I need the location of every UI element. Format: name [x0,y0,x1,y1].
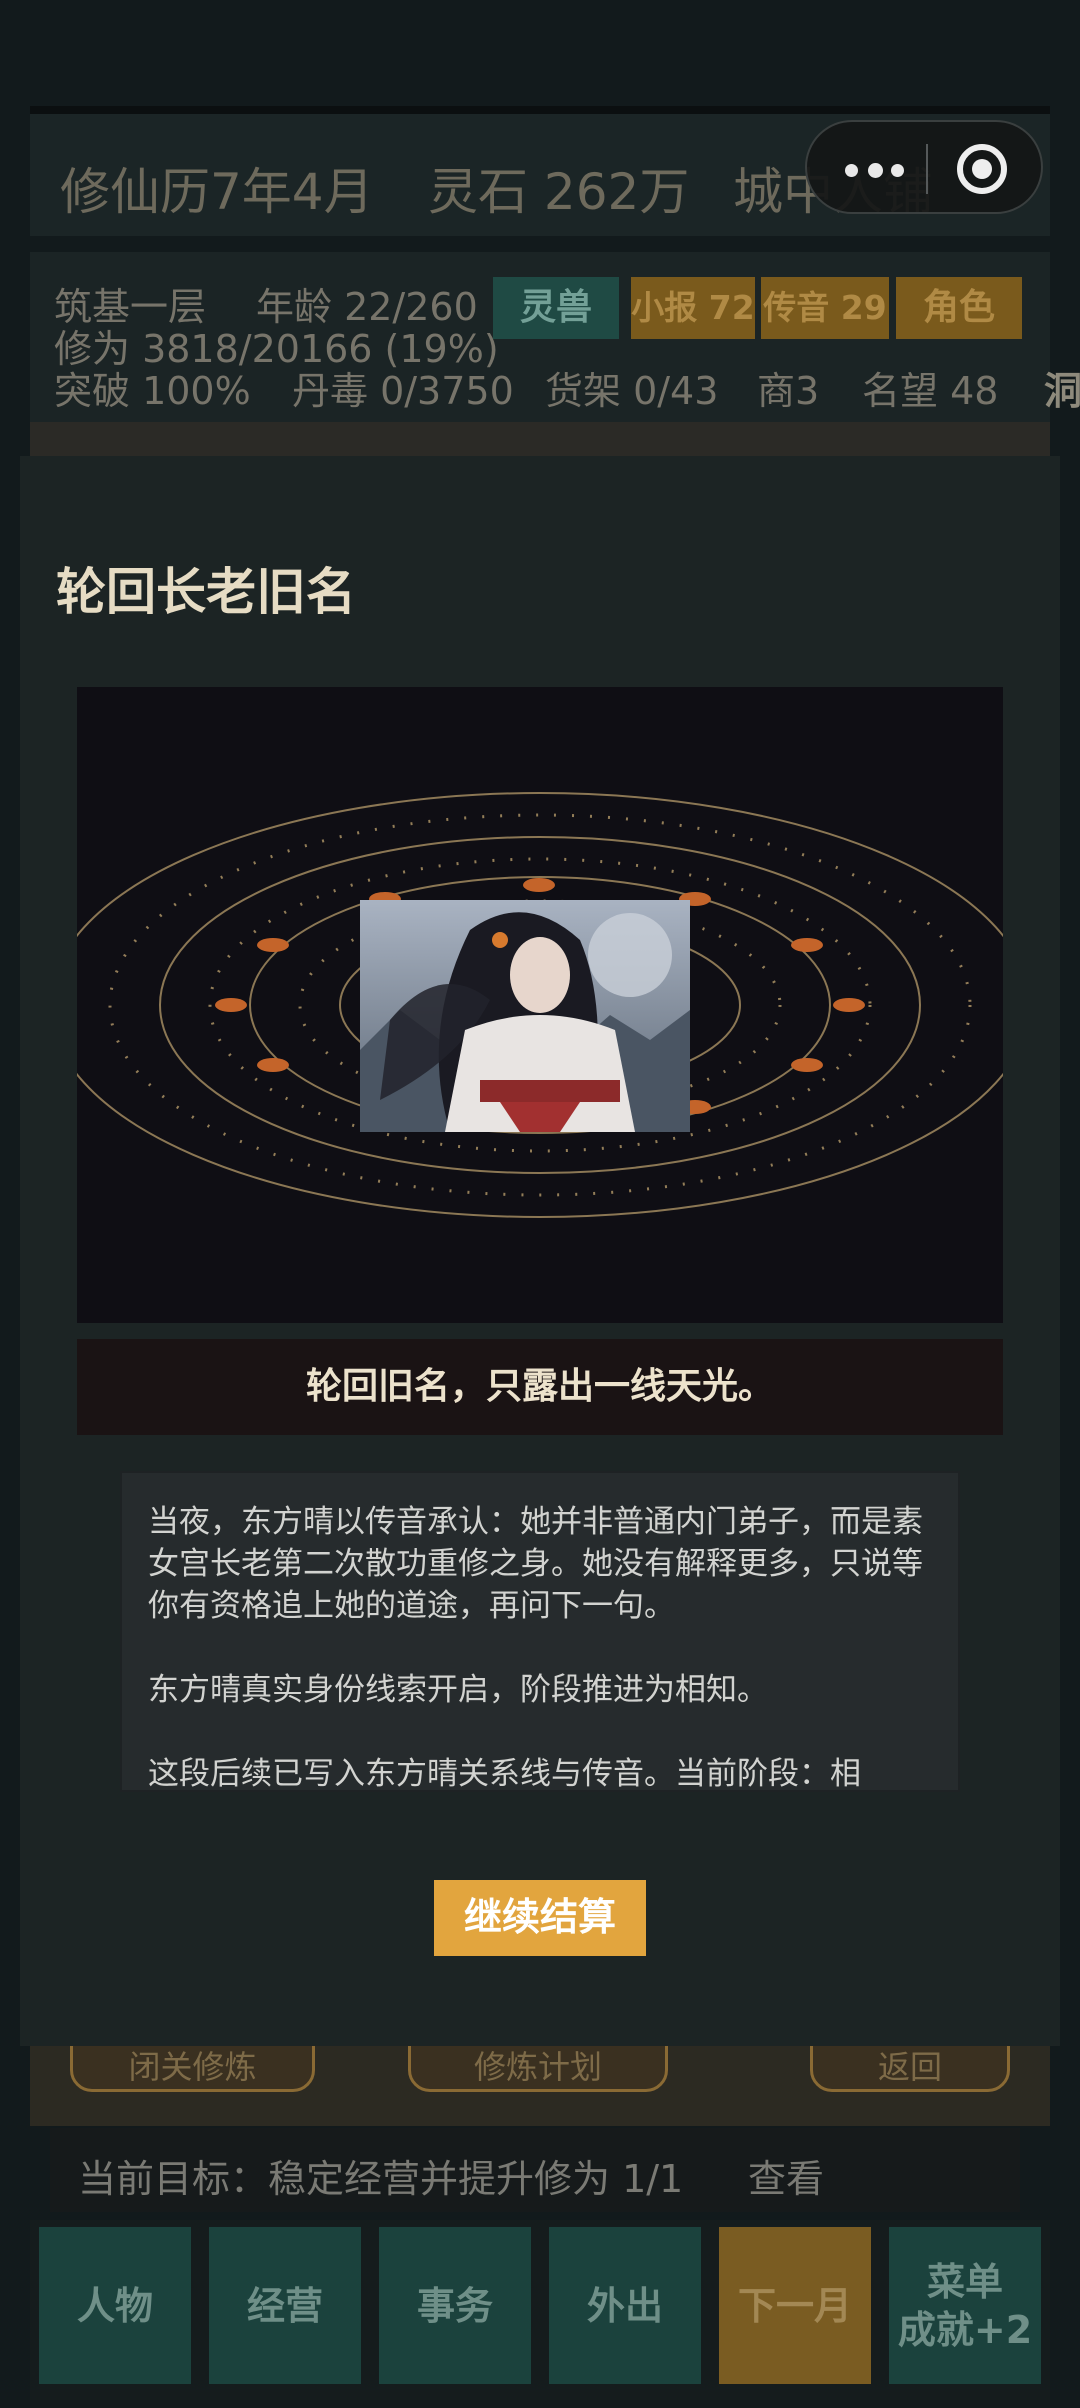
more-options-icon[interactable] [839,144,909,194]
reputation-label: 名望 48 [862,369,999,413]
nav-affairs-button[interactable]: 事务 [379,2227,531,2384]
nav-business-button[interactable]: 经营 [209,2227,361,2384]
bottom-nav: 人物 经营 事务 外出 下一月 菜单 成就+2 [30,2220,1050,2400]
shelf-label: 货架 0/43 [545,369,719,413]
current-goal-text: 当前目标：稳定经营并提升修为 1/1 [78,2157,684,2201]
current-goal-bar: 当前目标：稳定经营并提升修为 1/1 查看 [50,2128,1020,2212]
retreat-cultivation-button[interactable]: 闭关修炼 [70,2046,315,2092]
pill-poison-label: 丹毒 0/3750 [292,369,514,413]
story-text-box[interactable]: 当夜，东方晴以传音承认：她并非普通内门弟子，而是素女宫长老第二次散功重修之身。她… [120,1471,960,1792]
calendar-date: 修仙历7年4月 [60,163,374,221]
story-modal: 轮回长老旧名 轮回旧名，只露出一线天光。 当夜，东方晴以传音承认：她并非普通内门… [20,456,1060,2046]
continue-settlement-button[interactable]: 继续结算 [434,1880,646,1956]
capsule-divider [926,144,928,194]
character-info-panel: 筑基一层 年龄 22/260 修为 3818/20166 (19%) 突破 10… [30,252,1080,422]
message-button[interactable]: 传音 29 [761,277,889,339]
illustration-caption: 轮回旧名，只露出一线天光。 [77,1339,1003,1435]
spirit-stone-count: 灵石 262万 [428,163,690,221]
character-portrait [360,900,690,1132]
story-paragraph-2: 东方晴真实身份线索开启，阶段推进为相知。 [148,1672,768,1708]
achievement-label: 成就+2 [897,2307,1033,2352]
story-paragraph-1: 当夜，东方晴以传音承认：她并非普通内门弟子，而是素女宫长老第二次散功重修之身。她… [148,1504,923,1624]
menu-label: 菜单 [926,2259,1003,2304]
orbit-illustration [77,687,1003,1323]
story-text: 当夜，东方晴以传音承认：她并非普通内门弟子，而是素女宫长老第二次散功重修之身。她… [148,1501,938,1792]
background-action-row: 闭关修炼 修炼计划 返回 [30,2046,1050,2126]
breakthrough-label: 突破 100% [54,369,251,413]
role-button[interactable]: 角色 [896,277,1022,339]
beast-button[interactable]: 灵兽 [493,277,619,339]
return-button[interactable]: 返回 [810,2046,1010,2092]
nav-outing-button[interactable]: 外出 [549,2227,701,2384]
miniprogram-capsule [805,120,1043,214]
nav-next-month-button[interactable]: 下一月 [719,2227,871,2384]
cultivation-plan-button[interactable]: 修炼计划 [408,2046,668,2092]
view-goal-link[interactable]: 查看 [748,2148,824,2203]
nav-character-button[interactable]: 人物 [39,2227,191,2384]
close-miniprogram-icon[interactable] [957,144,1007,194]
merchant-label: 商3 [757,369,820,413]
cave-label[interactable]: 洞 [1044,360,1080,415]
app-screen: 修仙历7年4月 灵石 262万 城中人铺 筑基一层 年龄 22/260 修为 3… [0,0,1080,2408]
story-paragraph-3: 这段后续已写入东方晴关系线与传音。当前阶段：相 [148,1756,861,1792]
news-button[interactable]: 小报 72 [631,277,755,339]
modal-title: 轮回长老旧名 [56,563,356,621]
nav-menu-button[interactable]: 菜单 成就+2 [889,2227,1041,2384]
